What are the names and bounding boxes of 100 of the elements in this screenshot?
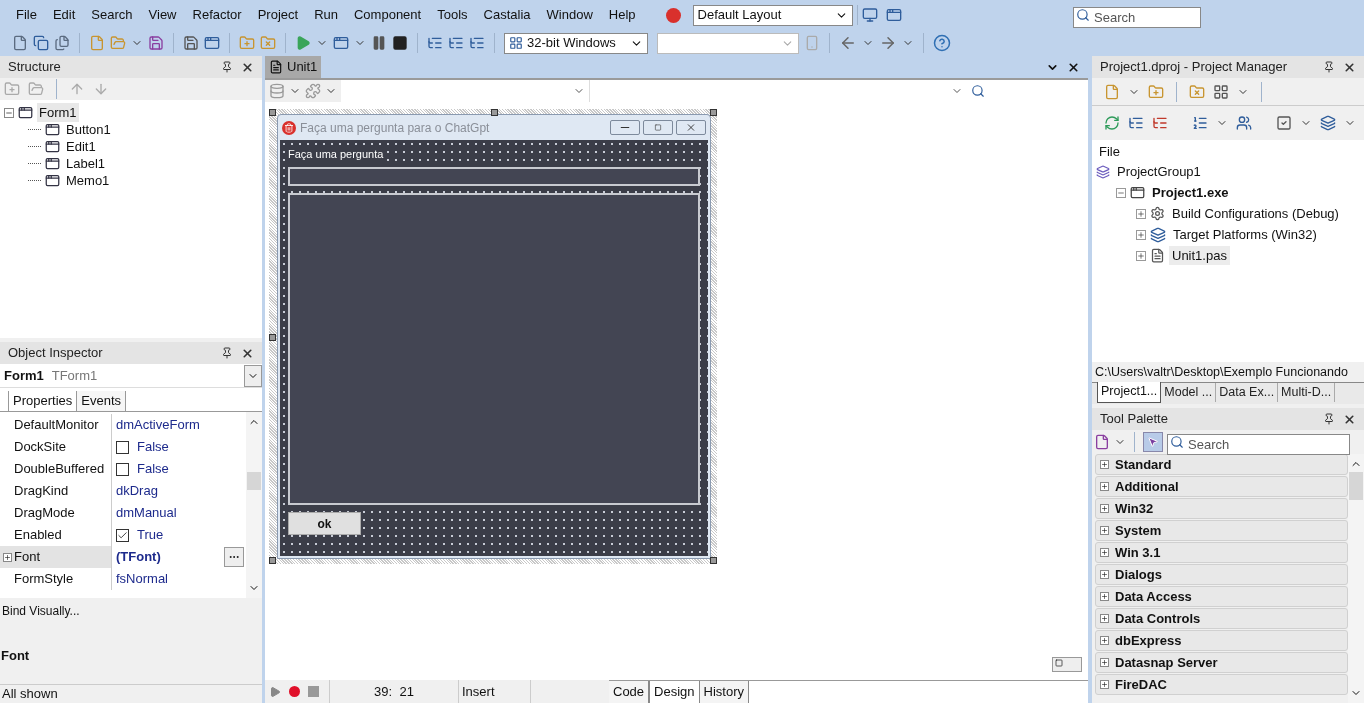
project-tab[interactable]: Model ...: [1161, 383, 1217, 402]
bind-visually-link[interactable]: Bind Visually...: [0, 598, 262, 620]
close-icon[interactable]: [1343, 60, 1356, 74]
resize-handle[interactable]: [269, 557, 276, 564]
view-tab[interactable]: Design: [649, 681, 700, 703]
menu-item[interactable]: Project: [249, 5, 307, 25]
menu-item[interactable]: Window: [538, 5, 601, 25]
property-value[interactable]: False: [137, 459, 246, 479]
menu-item[interactable]: Edit: [44, 5, 84, 25]
plus-icon[interactable]: [2, 552, 12, 562]
close-icon[interactable]: [241, 346, 254, 360]
menu-item[interactable]: Component: [346, 5, 430, 25]
list-icon[interactable]: [469, 35, 485, 51]
add-folder-icon[interactable]: [1148, 83, 1164, 100]
tree-item[interactable]: Unit1.pas: [1169, 245, 1230, 266]
close-button[interactable]: [676, 120, 706, 135]
plus-icon[interactable]: [1100, 592, 1109, 601]
record-icon[interactable]: [289, 686, 300, 697]
menu-item[interactable]: Castalia: [475, 5, 539, 25]
expand-toggle[interactable]: [1136, 208, 1146, 219]
logo-icon[interactable]: [665, 7, 681, 23]
property-value[interactable]: dmManual: [116, 503, 246, 523]
plus-icon[interactable]: [1100, 526, 1109, 535]
menu-item[interactable]: File: [8, 5, 45, 25]
menu-item[interactable]: Tools: [429, 5, 476, 25]
pin-icon[interactable]: [221, 61, 233, 73]
maximize-button[interactable]: [643, 120, 673, 135]
ellipsis-button[interactable]: [224, 547, 244, 567]
pause-icon[interactable]: [371, 35, 387, 51]
refresh-icon[interactable]: [1104, 115, 1120, 131]
property-value[interactable]: dkDrag: [116, 481, 246, 501]
memo-box[interactable]: [288, 193, 700, 505]
file-icon[interactable]: [269, 60, 283, 74]
help-icon[interactable]: [933, 34, 951, 52]
resize-handle[interactable]: [710, 109, 717, 116]
search-field[interactable]: Search: [1167, 433, 1350, 455]
tree-item[interactable]: Target Platforms (Win32): [1170, 224, 1320, 245]
puzzle-icon[interactable]: [305, 83, 321, 99]
menu-item[interactable]: Run: [306, 5, 346, 25]
project-tab[interactable]: Project1...: [1097, 382, 1162, 403]
users-icon[interactable]: [1236, 115, 1252, 131]
plus-icon[interactable]: [1100, 504, 1109, 513]
pin-icon[interactable]: [221, 347, 233, 359]
plus-icon[interactable]: [1100, 636, 1109, 645]
property-value[interactable]: False: [137, 437, 246, 457]
property-value[interactable]: True: [137, 525, 246, 545]
ordered-list-icon[interactable]: [1192, 115, 1208, 131]
project-tab[interactable]: Data Ex...: [1216, 383, 1279, 402]
pointer-button[interactable]: [1143, 432, 1163, 452]
search-icon[interactable]: [1076, 7, 1090, 22]
list-icon[interactable]: [427, 35, 443, 51]
plus-icon[interactable]: [1100, 614, 1109, 623]
expand-list-icon[interactable]: [1128, 115, 1144, 131]
menu-item[interactable]: Search: [83, 5, 141, 25]
close-icon[interactable]: [1067, 61, 1080, 74]
checkbox[interactable]: [116, 462, 129, 476]
ok-button[interactable]: ok: [288, 512, 361, 535]
layout-dropdown[interactable]: Default Layout: [692, 4, 853, 26]
plus-icon[interactable]: [1100, 482, 1109, 491]
property-value[interactable]: fsNormal: [116, 569, 246, 589]
checkbox[interactable]: [116, 440, 129, 454]
tree-item[interactable]: ProjectGroup1: [1114, 161, 1204, 182]
windows-icon[interactable]: [33, 35, 49, 51]
menu-item[interactable]: Help: [600, 5, 644, 25]
resize-handle[interactable]: [491, 109, 498, 116]
files-icon[interactable]: [54, 35, 70, 51]
list-icon[interactable]: [448, 35, 464, 51]
new-file-icon[interactable]: [12, 35, 28, 51]
tree-item[interactable]: Project1.exe: [1149, 182, 1232, 203]
inspector-tab[interactable]: Events: [77, 391, 126, 411]
new-item-icon[interactable]: [1104, 83, 1120, 100]
resize-handle[interactable]: [710, 557, 717, 564]
search-field[interactable]: Search: [1073, 6, 1201, 28]
collapse-toggle[interactable]: [4, 107, 14, 118]
search-icon[interactable]: [971, 84, 985, 98]
collapse-toggle[interactable]: [1116, 187, 1126, 198]
project-tab[interactable]: Multi-D...: [1278, 383, 1336, 402]
plus-icon[interactable]: [1100, 680, 1109, 689]
view-tab[interactable]: Code: [609, 681, 650, 703]
view-tab[interactable]: History: [699, 681, 749, 703]
plus-icon[interactable]: [1100, 658, 1109, 667]
component-icon[interactable]: [269, 83, 285, 99]
palette-category[interactable]: System: [1115, 520, 1162, 541]
palette-category[interactable]: Win32: [1115, 498, 1154, 519]
checkbox[interactable]: [116, 528, 129, 542]
scroll-indicator[interactable]: [1052, 657, 1082, 672]
plus-icon[interactable]: [1100, 460, 1109, 469]
grid-icon[interactable]: [509, 36, 523, 50]
close-icon[interactable]: [241, 60, 254, 74]
property-value[interactable]: dmActiveForm: [116, 415, 246, 435]
scrollbar-thumb[interactable]: [247, 472, 261, 490]
inspector-tab[interactable]: Properties: [8, 391, 78, 411]
property-row[interactable]: Font (TFont): [0, 546, 246, 568]
platform-dropdown[interactable]: 32-bit Windows: [504, 32, 648, 54]
menu-item[interactable]: View: [140, 5, 185, 25]
grid-icon[interactable]: [1213, 83, 1229, 100]
search-icon[interactable]: [1170, 434, 1184, 449]
resize-handle[interactable]: [269, 334, 276, 341]
pin-icon[interactable]: [1323, 413, 1335, 425]
scrollbar-thumb[interactable]: [1349, 472, 1363, 500]
